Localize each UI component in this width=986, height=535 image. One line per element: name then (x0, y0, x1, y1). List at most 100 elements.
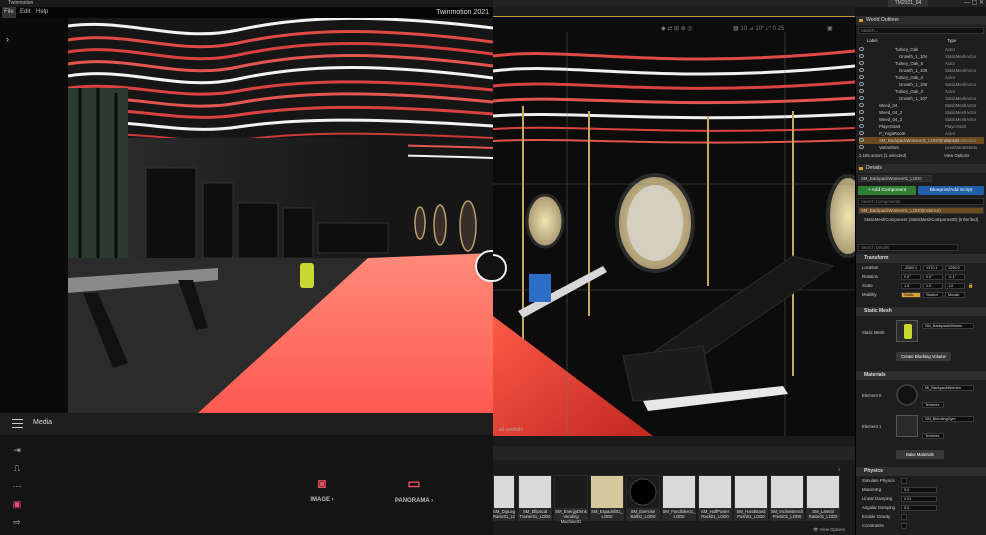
scale-x[interactable]: 1.0 (901, 283, 921, 289)
timeline-icon[interactable]: ⋯ (10, 481, 24, 491)
outliner-search[interactable]: Search... (858, 27, 984, 34)
mobility-station[interactable]: Station (923, 292, 943, 298)
visibility-eye-icon[interactable] (859, 82, 864, 86)
element1-thumbnail[interactable] (896, 415, 918, 437)
outliner-row[interactable]: Weed_04_2 StaticMeshActor (859, 109, 984, 116)
visibility-eye-icon[interactable] (859, 131, 864, 135)
media-icon[interactable]: ▣ (10, 499, 24, 509)
asset-tile[interactable]: SM_Handstand Push01_LOD0 (734, 475, 768, 521)
visibility-eye-icon[interactable] (859, 96, 864, 100)
transform-section[interactable]: Transform (856, 254, 986, 263)
import-icon[interactable]: ⇥ (10, 445, 24, 455)
mobility-static[interactable]: Static (901, 292, 921, 298)
component-search[interactable]: Search Components (858, 198, 984, 205)
bake-materials-button[interactable]: Bake Materials (896, 450, 944, 459)
visibility-eye-icon[interactable] (859, 47, 864, 51)
create-blocking-volume-button[interactable]: Create Blocking Volume (896, 352, 951, 361)
element1-dropdown[interactable]: SM_BlendingGym (922, 416, 974, 422)
location-x[interactable]: -2683.4 (901, 265, 921, 271)
visibility-eye-icon[interactable] (859, 117, 864, 121)
visibility-eye-icon[interactable] (859, 138, 864, 142)
visibility-eye-icon[interactable] (859, 61, 864, 65)
outliner-row[interactable]: Turkey_Oak_4 Actor (859, 74, 984, 81)
outliner-row[interactable]: SM_BackpackWomen01_LOD0(Instance) StaticM… (859, 137, 984, 144)
outliner-view-options[interactable]: View Options (944, 152, 969, 159)
visibility-eye-icon[interactable] (859, 89, 864, 93)
content-search-icon[interactable]: ⌕ (838, 466, 840, 473)
content-view-options[interactable]: 👁 View Options (813, 526, 845, 533)
menu-help[interactable]: Help (36, 7, 48, 18)
static-mesh-dropdown[interactable]: SM_BackpackWomen (922, 323, 974, 329)
outliner-row[interactable]: Turkey_Oak Actor (859, 46, 984, 53)
add-component-button[interactable]: + Add Component (858, 186, 916, 195)
outliner-row[interactable]: P_YogaRoom Actor (859, 130, 984, 137)
element0-thumbnail[interactable] (896, 384, 918, 406)
visibility-eye-icon[interactable] (859, 110, 864, 114)
twinmotion-viewport[interactable] (68, 18, 493, 413)
visibility-eye-icon[interactable] (859, 54, 864, 58)
asset-tile[interactable]: SM_Fandbike01_ LOD0 (662, 475, 696, 521)
outliner-row[interactable]: Growth_1_104 StaticMeshActor (859, 53, 984, 60)
component-label[interactable]: StaticMeshComponent (StaticMeshComponent… (864, 216, 978, 223)
outliner-row[interactable]: Growth_1_106 StaticMeshActor (859, 81, 984, 88)
outliner-row[interactable]: Weed_04 StaticMeshActor (859, 102, 984, 109)
asset-tile[interactable]: SM_DipLeg Raise01_LOD0 (493, 475, 515, 521)
static-mesh-section[interactable]: Static Mesh (856, 307, 986, 316)
physics-checkbox[interactable] (901, 523, 907, 529)
window-controls[interactable]: — ▢ ✕ (964, 0, 984, 7)
visibility-eye-icon[interactable] (859, 75, 864, 79)
menu-file[interactable]: File (2, 7, 16, 18)
visibility-eye-icon[interactable] (859, 124, 864, 128)
instance-row[interactable]: SM_BackpackWomen01_LOD0(Instance) (858, 207, 984, 214)
rotation-z[interactable]: -0.1° (945, 274, 965, 280)
blueprint-button[interactable]: Blueprint/Add Script (918, 186, 984, 195)
outliner-row[interactable]: PlayerStart PlayerStart (859, 123, 984, 130)
scale-y[interactable]: 1.0 (923, 283, 943, 289)
export-icon[interactable]: ⇨ (10, 517, 24, 527)
path-icon[interactable]: ⎍ (10, 463, 24, 473)
asset-tile[interactable]: SM_Exercise Ball01_LOD0 (626, 475, 660, 521)
physics-section[interactable]: Physics (856, 467, 986, 476)
outliner-row[interactable]: Turkey_Oak_3 Actor (859, 88, 984, 95)
asset-tile[interactable]: SM_Lateral Raise01_LOD0 (806, 475, 840, 521)
details-search[interactable]: Search Details (858, 244, 958, 251)
asset-tile[interactable]: SM_EnergyDrink Vending Machine01 (554, 475, 588, 524)
scale-z[interactable]: 1.0 (945, 283, 965, 289)
element0-textures[interactable]: Textures (922, 402, 944, 408)
physics-checkbox[interactable] (901, 514, 907, 520)
expand-panel-icon[interactable]: › (6, 34, 9, 44)
physics-value-field[interactable]: 0.01 (901, 496, 937, 502)
physics-value-field[interactable]: 0.0 (901, 505, 937, 511)
element0-dropdown[interactable]: MI_BackpackWomen (922, 385, 974, 391)
menu-edit[interactable]: Edit (20, 7, 30, 18)
outliner-row[interactable]: Turkey_Oak_5 Actor (859, 60, 984, 67)
rotation-y[interactable]: 0.0° (923, 274, 943, 280)
asset-tile[interactable]: SM_Espadrill01_ LOD0 (590, 475, 624, 521)
hamburger-menu-icon[interactable] (12, 419, 23, 428)
outliner-row[interactable]: Growth_1_105 StaticMeshActor (859, 67, 984, 74)
level-tab[interactable]: TM2021_04 (888, 0, 928, 7)
mobility-movable[interactable]: Movab (945, 292, 965, 298)
visibility-eye-icon[interactable] (859, 145, 864, 149)
outliner-row[interactable]: VariantSet LevelVariantSets (859, 144, 984, 151)
static-mesh-thumbnail[interactable] (896, 320, 918, 342)
asset-tile[interactable]: SM_Elliptical Trainer01_LOD0 (518, 475, 552, 521)
unreal-viewport[interactable]: ◆ ⇄ ⊞ ⊕ ◎ ▦ 10 ⊿ 10° ⤢ 0.25 ▣ all contro… (493, 16, 855, 436)
element1-textures[interactable]: Textures (922, 433, 944, 439)
image-card[interactable]: ◙ IMAGE › (302, 475, 342, 503)
actor-name-field[interactable]: SM_BackpackWomen01_LOD0 (858, 175, 932, 182)
physics-value-field[interactable]: 0.0 (901, 487, 937, 493)
asset-tile[interactable]: SM_InclineBench Press01_LOD0 (770, 475, 804, 521)
panorama-card[interactable]: ▭ PANORAMA › (388, 475, 440, 504)
materials-section[interactable]: Materials (856, 371, 986, 380)
asset-tile[interactable]: SM_HalfPower Rack01_LOD0 (698, 475, 732, 521)
rotation-x[interactable]: 0.0° (901, 274, 921, 280)
location-y[interactable]: 1370.1 (923, 265, 943, 271)
location-z[interactable]: 1296.9 (945, 265, 965, 271)
physics-checkbox[interactable] (901, 478, 907, 484)
lock-icon[interactable]: 🔒 (968, 282, 973, 289)
visibility-eye-icon[interactable] (859, 68, 864, 72)
visibility-eye-icon[interactable] (859, 103, 864, 107)
outliner-row[interactable]: Growth_1_107 StaticMeshActor (859, 95, 984, 102)
outliner-row[interactable]: Weed_04_3 StaticMeshActor (859, 116, 984, 123)
